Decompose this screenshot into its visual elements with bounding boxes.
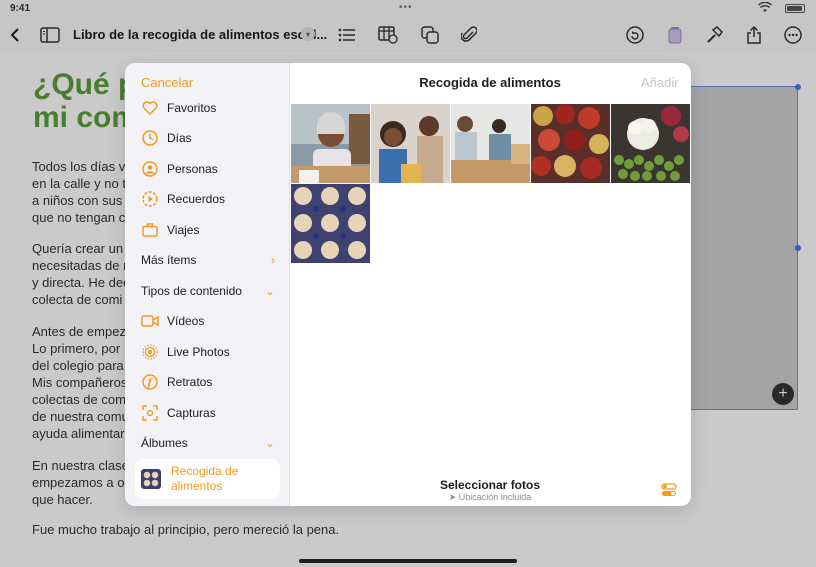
photo-thumbnail[interactable] xyxy=(371,104,450,183)
chevron-right-icon: › xyxy=(271,253,275,267)
home-indicator[interactable] xyxy=(299,559,517,563)
album-item-recogida-de-alimentos[interactable]: Recogida de alimentos xyxy=(135,459,280,499)
picker-title: Recogida de alimentos xyxy=(419,75,561,90)
chevron-down-icon: ⌄ xyxy=(264,436,275,450)
options-toggle-icon[interactable] xyxy=(661,482,677,498)
sidebar-item-retratos[interactable]: f Retratos xyxy=(141,372,212,392)
photo-picker: Cancelar Favoritos Días Personas Recuerd… xyxy=(125,63,691,506)
photo-thumbnail[interactable] xyxy=(611,104,690,183)
heart-icon xyxy=(141,99,159,117)
footer-subtitle: ➤ Ubicación incluida xyxy=(448,492,532,502)
section-albums[interactable]: Álbumes ⌄ xyxy=(141,433,275,453)
chevron-down-icon: ⌄ xyxy=(264,284,275,298)
photo-thumbnail[interactable] xyxy=(291,104,370,183)
live-photo-icon xyxy=(141,343,159,361)
picker-sidebar: Cancelar Favoritos Días Personas Recuerd… xyxy=(125,63,290,506)
screenshot-icon xyxy=(141,404,159,422)
location-arrow-icon: ➤ xyxy=(448,492,459,502)
person-icon xyxy=(141,160,159,178)
album-thumbnail xyxy=(141,469,161,489)
section-content-types[interactable]: Tipos de contenido ⌄ xyxy=(141,281,275,301)
clock-icon xyxy=(141,129,159,147)
sidebar-item-live-photos[interactable]: Live Photos xyxy=(141,342,230,362)
section-more-items[interactable]: Más ítems › xyxy=(141,250,275,270)
photo-thumbnail[interactable] xyxy=(291,184,370,263)
footer-title: Seleccionar fotos xyxy=(439,478,541,492)
portrait-icon: f xyxy=(141,373,159,391)
sidebar-item-personas[interactable]: Personas xyxy=(141,159,218,179)
video-icon xyxy=(141,312,159,330)
sidebar-item-recuerdos[interactable]: Recuerdos xyxy=(141,189,225,209)
svg-text:f: f xyxy=(147,378,154,389)
add-button[interactable]: Añadir xyxy=(641,75,679,90)
sidebar-item-dias[interactable]: Días xyxy=(141,128,192,148)
sidebar-item-viajes[interactable]: Viajes xyxy=(141,220,199,240)
memories-icon xyxy=(141,190,159,208)
cancel-button[interactable]: Cancelar xyxy=(141,75,193,90)
suitcase-icon xyxy=(141,221,159,239)
photo-thumbnail[interactable] xyxy=(451,104,530,183)
sidebar-item-videos[interactable]: Vídeos xyxy=(141,311,204,331)
sidebar-item-capturas[interactable]: Capturas xyxy=(141,403,216,423)
photo-thumbnail[interactable] xyxy=(531,104,610,183)
sidebar-item-favoritos[interactable]: Favoritos xyxy=(141,98,216,118)
